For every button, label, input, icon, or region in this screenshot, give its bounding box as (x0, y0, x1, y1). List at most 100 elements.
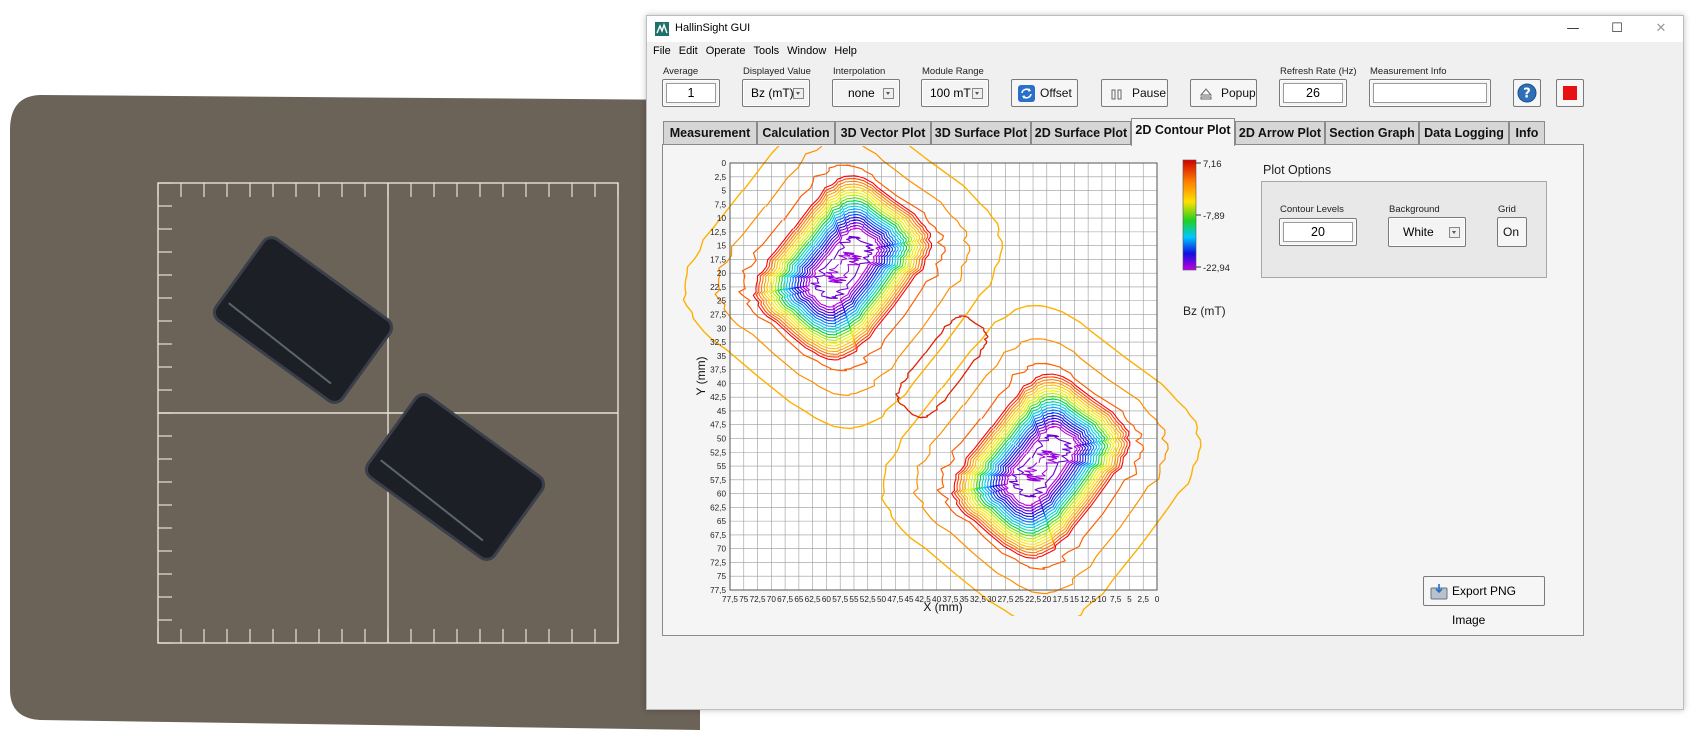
y-tick-label: 77,5 (710, 586, 726, 595)
module-range-label: Module Range (922, 66, 984, 77)
displayed-value-selected: Bz (mT) (751, 86, 794, 100)
interpolation-label: Interpolation (833, 66, 886, 77)
displayed-value-label: Displayed Value (743, 66, 811, 77)
displayed-value-dropdown[interactable]: Bz (mT) (742, 79, 810, 107)
x-tick-label: 5 (1127, 595, 1132, 604)
tab-measurement[interactable]: Measurement (663, 121, 757, 145)
x-tick-label: 77,5 (722, 595, 738, 604)
tab-3d-vector-plot[interactable]: 3D Vector Plot (835, 121, 931, 145)
menu-file[interactable]: File (649, 42, 675, 60)
contour-levels-field[interactable]: 20 (1279, 218, 1357, 246)
pause-button[interactable]: Pause (1101, 79, 1168, 107)
offset-button[interactable]: Offset (1011, 79, 1078, 107)
colorbar (1182, 159, 1197, 271)
app-logo-icon (655, 22, 669, 36)
refresh-rate-field[interactable]: 26 (1279, 79, 1347, 107)
chevron-down-icon[interactable] (972, 88, 983, 99)
x-tick-label: 22,5 (1025, 595, 1041, 604)
minimize-button[interactable]: — (1551, 16, 1595, 42)
y-tick-label: 25 (717, 297, 727, 306)
interpolation-dropdown[interactable]: none (832, 79, 900, 107)
refresh-rate-value[interactable]: 26 (1283, 83, 1343, 103)
measurement-info-label: Measurement Info (1370, 66, 1447, 77)
menu-tools[interactable]: Tools (749, 42, 783, 60)
grid-toggle-label: On (1503, 225, 1520, 239)
chevron-down-icon[interactable] (883, 88, 894, 99)
y-tick-label: 75 (717, 572, 727, 581)
module-range-dropdown[interactable]: 100 mT (921, 79, 989, 107)
x-tick-label: 0 (1155, 595, 1160, 604)
tab-2d-contour-plot[interactable]: 2D Contour Plot (1131, 118, 1235, 146)
close-button[interactable]: ✕ (1639, 16, 1683, 42)
average-field[interactable]: 1 (662, 79, 720, 107)
x-tick-label: 10 (1097, 595, 1107, 604)
x-tick-label: 15 (1070, 595, 1080, 604)
tab-2d-surface-plot[interactable]: 2D Surface Plot (1031, 121, 1131, 145)
offset-button-label: Offset (1040, 86, 1072, 100)
y-tick-label: 65 (717, 517, 727, 526)
x-tick-label: 55 (849, 595, 859, 604)
x-tick-label: 27,5 (998, 595, 1014, 604)
x-axis-label: X (mm) (923, 600, 962, 614)
colorbar-max-label: 7,16 (1203, 159, 1222, 170)
chevron-down-icon[interactable] (1449, 227, 1460, 238)
export-image-icon (1430, 584, 1448, 600)
y-tick-label: 37,5 (710, 366, 726, 375)
measurement-info-field[interactable] (1369, 79, 1491, 107)
y-tick-label: 0 (721, 159, 726, 168)
menu-edit[interactable]: Edit (675, 42, 702, 60)
y-axis-ticks: 02,557,51012,51517,52022,52527,53032,535… (710, 159, 726, 595)
contour-levels-value[interactable]: 20 (1283, 222, 1353, 242)
y-tick-label: 55 (717, 462, 727, 471)
question-icon: ? (1517, 83, 1537, 103)
x-tick-label: 7,5 (1110, 595, 1122, 604)
measurement-info-value[interactable] (1373, 83, 1487, 103)
tab-data-logging[interactable]: Data Logging (1419, 121, 1509, 145)
tab-2d-arrow-plot[interactable]: 2D Arrow Plot (1235, 121, 1325, 145)
x-tick-label: 12,5 (1080, 595, 1096, 604)
x-tick-label: 50 (877, 595, 887, 604)
background-dropdown[interactable]: White (1388, 217, 1466, 247)
y-tick-label: 72,5 (710, 558, 726, 567)
menu-operate[interactable]: Operate (702, 42, 750, 60)
menu-window[interactable]: Window (783, 42, 830, 60)
eject-icon (1200, 88, 1212, 100)
y-tick-label: 17,5 (710, 255, 726, 264)
y-tick-label: 30 (717, 324, 727, 333)
svg-text:?: ? (1523, 87, 1531, 102)
average-label: Average (663, 66, 699, 77)
y-tick-label: 45 (717, 407, 727, 416)
popup-button[interactable]: Popup (1190, 79, 1257, 107)
x-tick-label: 17,5 (1053, 595, 1069, 604)
tab-info[interactable]: Info (1509, 121, 1545, 145)
background-label: Background (1389, 204, 1440, 215)
menu-help[interactable]: Help (830, 42, 861, 60)
y-tick-label: 50 (717, 434, 727, 443)
tab-3d-surface-plot[interactable]: 3D Surface Plot (931, 121, 1031, 145)
grid-label: Grid (1498, 204, 1516, 215)
y-tick-label: 70 (717, 545, 727, 554)
colorbar-unit-label: Bz (mT) (1183, 304, 1226, 318)
help-button[interactable]: ? (1513, 79, 1541, 107)
y-tick-label: 5 (721, 187, 726, 196)
y-tick-label: 67,5 (710, 531, 726, 540)
colorbar-min-label: -22,94 (1203, 263, 1230, 274)
magnet-photo (0, 0, 700, 742)
grid-toggle[interactable]: On (1497, 217, 1527, 247)
x-tick-label: 57,5 (832, 595, 848, 604)
y-tick-label: 57,5 (710, 476, 726, 485)
y-tick-label: 20 (717, 269, 727, 278)
stop-button[interactable] (1556, 79, 1584, 107)
tab-calculation[interactable]: Calculation (757, 121, 835, 145)
export-png-button[interactable]: Export PNG Image (1423, 576, 1545, 627)
x-tick-label: 60 (822, 595, 832, 604)
chevron-down-icon[interactable] (793, 88, 804, 99)
y-tick-label: 7,5 (715, 200, 727, 209)
average-value[interactable]: 1 (666, 83, 716, 103)
x-tick-label: 2,5 (1138, 595, 1150, 604)
maximize-button[interactable]: ☐ (1595, 16, 1639, 42)
tab-section-graph[interactable]: Section Graph (1325, 121, 1419, 145)
y-tick-label: 47,5 (710, 421, 726, 430)
refresh-icon (1018, 85, 1035, 102)
export-png-label: Export PNG Image (1452, 584, 1517, 627)
